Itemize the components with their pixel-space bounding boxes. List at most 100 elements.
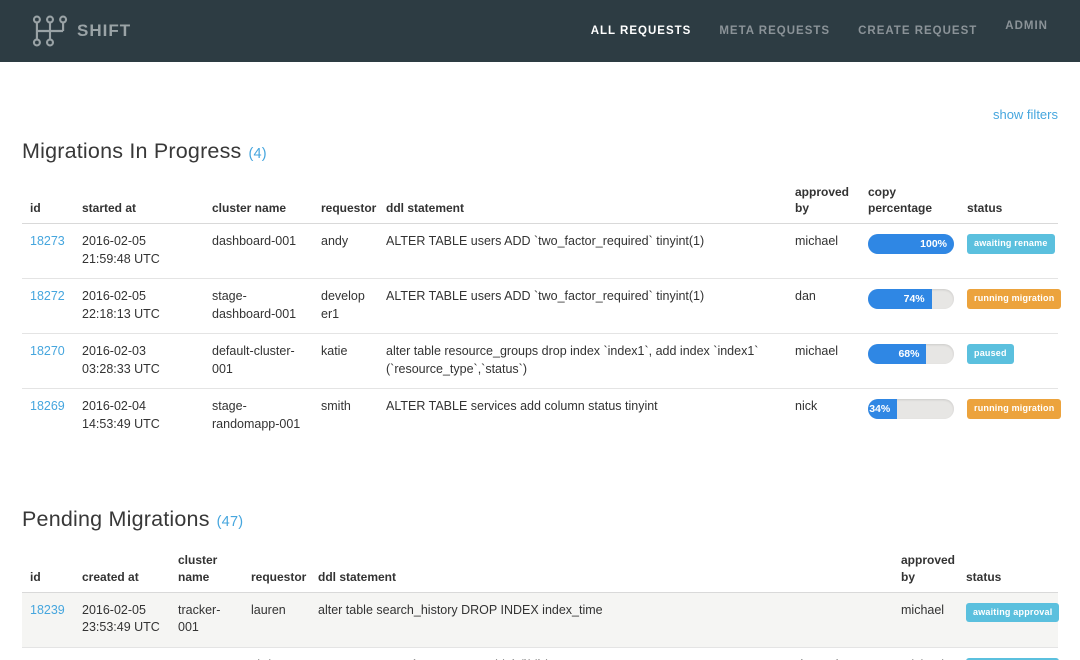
- cell-status: awaiting approval: [958, 592, 1060, 647]
- col-ddl-statement: ddl statement: [310, 544, 893, 593]
- copy-percentage-label: 100%: [920, 238, 947, 251]
- copy-progress-bar: 34%: [868, 399, 954, 420]
- cell-ddl: alter table resource_groups drop index `…: [378, 333, 787, 389]
- cell-id: 18272: [22, 278, 74, 334]
- col-requestor: requestor: [313, 176, 378, 225]
- pending-count: (47): [216, 514, 244, 531]
- in-progress-table: id started at cluster name requestor ddl…: [22, 176, 1062, 444]
- cell-approved-by: nick: [787, 388, 860, 444]
- copy-progress-bar: 74%: [868, 289, 954, 310]
- cell-approved-by: dan: [787, 278, 860, 334]
- cell-status: awaiting approval: [958, 646, 1060, 660]
- cell-copy-percentage: 34%: [860, 388, 959, 444]
- cell-cluster: someapp-003: [170, 646, 243, 660]
- pending-title: Pending Migrations (47): [22, 507, 1058, 532]
- col-status: status: [958, 544, 1058, 593]
- cell-status: running migration: [959, 278, 1062, 334]
- cell-approved-by: michael: [893, 646, 958, 660]
- col-status: status: [959, 176, 1058, 225]
- col-copy-percentage: copy percentage: [860, 176, 959, 225]
- cell-ddl: CREATE TABLE `some_new_table` (`id` inte…: [310, 646, 893, 660]
- migration-row: 18272 2016-02-05 22:18:13 UTC stage-dash…: [22, 278, 1062, 334]
- status-badge: awaiting rename: [967, 234, 1055, 254]
- cell-ddl: ALTER TABLE services add column status t…: [378, 388, 787, 444]
- col-cluster-name: cluster name: [170, 544, 243, 593]
- cell-requestor: andy: [321, 234, 349, 249]
- pending-table: id created at cluster name requestor ddl…: [22, 544, 1060, 660]
- col-approved-by: approved by: [893, 544, 958, 593]
- nav-all-requests[interactable]: ALL REQUESTS: [591, 25, 692, 37]
- copy-progress-bar: 68%: [868, 344, 954, 365]
- nav-meta-requests[interactable]: META REQUESTS: [719, 25, 830, 37]
- cell-cluster: stage-randomapp-001: [204, 388, 313, 444]
- migration-id-link[interactable]: 18272: [30, 289, 65, 303]
- cell-copy-percentage: 74%: [860, 278, 959, 334]
- cell-requestor: developer1: [313, 278, 378, 334]
- pending-row: 18240 2016-02-05 22:50:58 UTC someapp-00…: [22, 646, 1060, 660]
- copy-percentage-label: 74%: [903, 293, 925, 306]
- copy-progress-bar: 100%: [868, 234, 954, 255]
- pending-header-row: id created at cluster name requestor ddl…: [22, 544, 1058, 593]
- section-in-progress: Migrations In Progress (4) id started at …: [22, 139, 1062, 444]
- cell-requestor: lauren: [251, 602, 286, 617]
- cell-status: running migration: [959, 388, 1062, 444]
- cell-id: 18239: [22, 592, 74, 647]
- cell-started-at: 2016-02-05 22:18:13 UTC: [74, 278, 204, 334]
- section-pending: Pending Migrations (47) id created at clu…: [22, 507, 1060, 660]
- cell-requestor: chris: [243, 646, 310, 660]
- migration-id-link[interactable]: 18270: [30, 344, 65, 358]
- migration-id-link[interactable]: 18273: [30, 234, 65, 248]
- cell-created-at: 2016-02-05 22:50:58 UTC: [74, 646, 170, 660]
- status-badge: running migration: [967, 399, 1062, 419]
- cell-started-at: 2016-02-04 14:53:49 UTC: [74, 388, 204, 444]
- cell-status: paused: [959, 333, 1058, 389]
- col-created-at: created at: [74, 544, 170, 593]
- cell-requestor: smith: [313, 388, 378, 444]
- pending-title-text: Pending Migrations: [22, 507, 210, 532]
- cell-approved-by: michael: [795, 234, 839, 249]
- cell-ddl: alter table search_history DROP INDEX in…: [318, 602, 603, 617]
- status-badge: awaiting approval: [966, 602, 1060, 623]
- cell-approved-by: michael: [901, 602, 945, 617]
- cell-copy-percentage: 68%: [860, 333, 959, 389]
- pending-id-link[interactable]: 18239: [30, 603, 65, 617]
- cell-cluster: default-cluster-001: [204, 333, 313, 389]
- col-approved-by: approved by: [787, 176, 860, 225]
- col-cluster-name: cluster name: [204, 176, 313, 225]
- col-ddl-statement: ddl statement: [378, 176, 787, 225]
- pending-row: 18239 2016-02-05 23:53:49 UTC tracker-00…: [22, 592, 1060, 648]
- brand-link[interactable]: SHIFT: [32, 14, 131, 48]
- gearshift-icon: [32, 14, 68, 48]
- migration-row: 18273 2016-02-05 21:59:48 UTC dashboard-…: [22, 224, 1058, 279]
- page-content: show filters Migrations In Progress (4) i…: [0, 106, 1080, 660]
- col-id: id: [22, 544, 74, 593]
- in-progress-count: (4): [248, 146, 267, 162]
- cell-started-at: 2016-02-05 21:59:48 UTC: [82, 234, 160, 266]
- migration-id-link[interactable]: 18269: [30, 399, 65, 413]
- in-progress-title: Migrations In Progress (4): [22, 139, 1058, 164]
- col-requestor: requestor: [243, 544, 310, 593]
- col-id: id: [22, 176, 74, 225]
- navbar-menu: ALL REQUESTS META REQUESTS CREATE REQUES…: [591, 20, 1048, 37]
- status-badge: paused: [967, 344, 1014, 364]
- cell-id: 18240: [22, 646, 74, 660]
- cell-created-at: 2016-02-05 23:53:49 UTC: [82, 602, 160, 635]
- nav-admin[interactable]: ADMIN: [1005, 20, 1048, 32]
- cell-requestor: katie: [313, 333, 378, 389]
- copy-percentage-label: 34%: [869, 403, 891, 416]
- in-progress-header-row: id started at cluster name requestor ddl…: [22, 176, 1058, 225]
- cell-ddl: ALTER TABLE users ADD `two_factor_requir…: [386, 234, 705, 249]
- cell-cluster: stage-dashboard-001: [204, 278, 313, 334]
- filters-row: show filters: [22, 106, 1058, 124]
- cell-id: 18273: [22, 224, 74, 279]
- migration-row: 18269 2016-02-04 14:53:49 UTC stage-rand…: [22, 388, 1062, 444]
- col-started-at: started at: [74, 176, 204, 225]
- cell-started-at: 2016-02-03 03:28:33 UTC: [74, 333, 204, 389]
- navbar: SHIFT ALL REQUESTS META REQUESTS CREATE …: [0, 0, 1080, 62]
- nav-create-request[interactable]: CREATE REQUEST: [858, 25, 977, 37]
- cell-copy-percentage: 100%: [860, 224, 959, 279]
- show-filters-link[interactable]: show filters: [993, 107, 1058, 122]
- status-badge: running migration: [967, 289, 1062, 309]
- brand-title: SHIFT: [77, 21, 132, 40]
- cell-approved-by: michael: [787, 333, 860, 389]
